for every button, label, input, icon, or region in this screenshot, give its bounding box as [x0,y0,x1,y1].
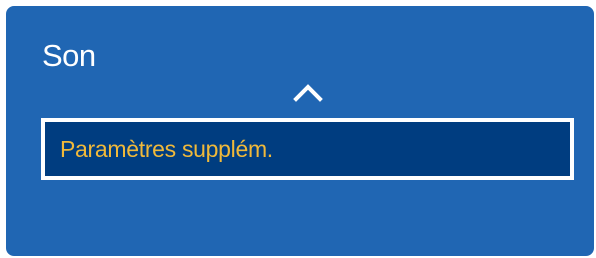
scroll-up-button[interactable] [291,81,325,103]
sound-menu-panel: Son Paramètres supplém. [6,6,594,256]
panel-title: Son [42,38,96,73]
menu-item-additional-settings[interactable]: Paramètres supplém. [41,118,574,180]
chevron-up-icon [293,84,323,102]
menu-item-label: Paramètres supplém. [60,136,273,162]
